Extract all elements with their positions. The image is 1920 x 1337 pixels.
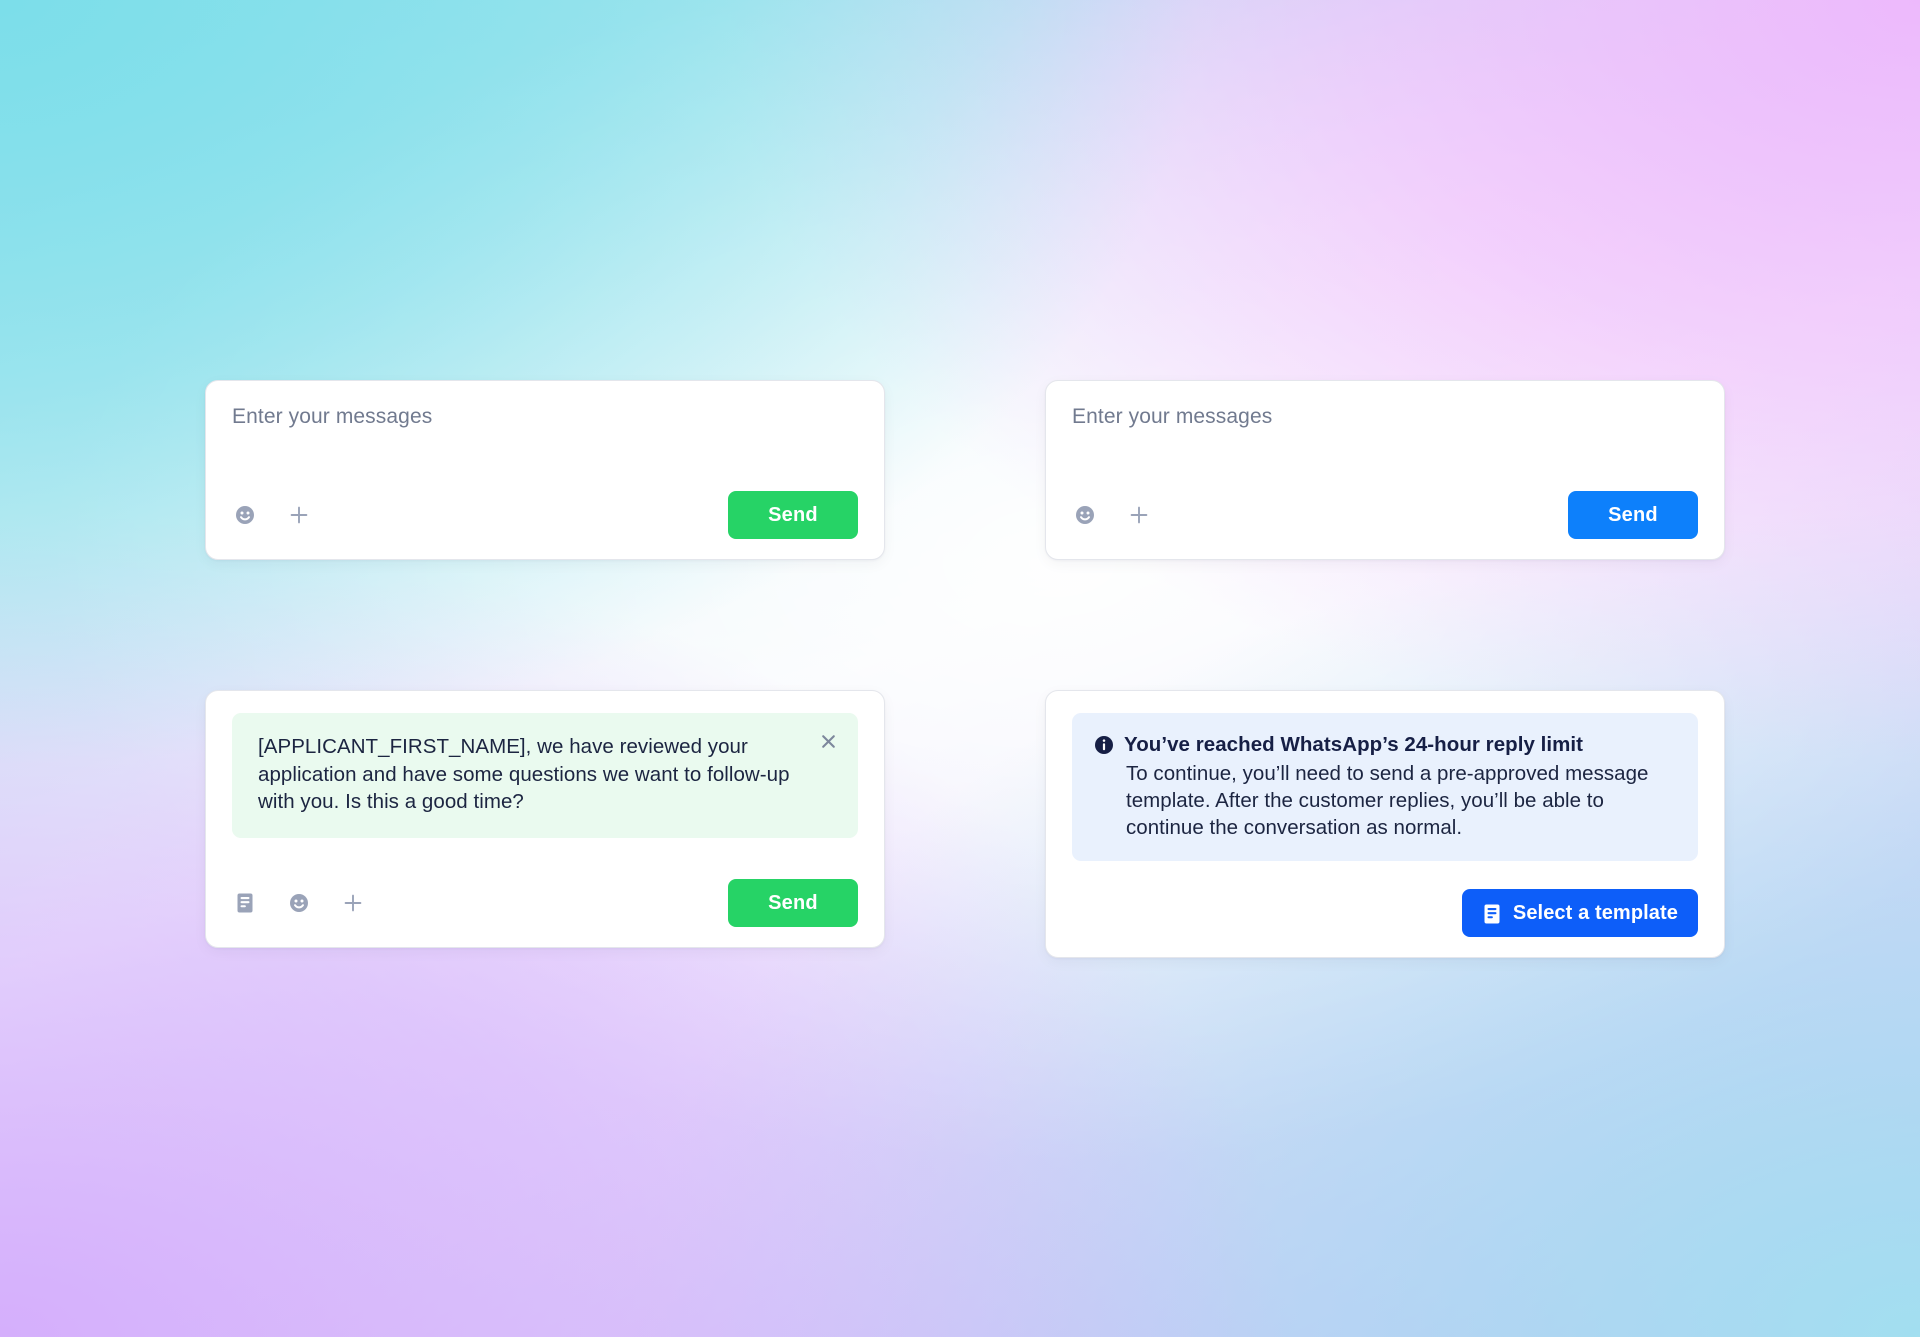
reply-limit-title: You’ve reached WhatsApp’s 24-hour reply … bbox=[1124, 733, 1584, 756]
message-input-placeholder[interactable]: Enter your messages bbox=[1072, 403, 1698, 431]
template-document-icon[interactable] bbox=[232, 890, 258, 916]
info-circle-icon bbox=[1094, 735, 1114, 755]
template-compose-body: [APPLICANT_FIRST_NAME], we have reviewed… bbox=[206, 691, 884, 947]
select-a-template-button[interactable]: Select a template bbox=[1461, 889, 1698, 937]
template-document-icon bbox=[1482, 903, 1502, 924]
compose-tool-icons-blue bbox=[1072, 502, 1152, 528]
select-a-template-label: Select a template bbox=[1512, 901, 1678, 924]
template-compose-card: [APPLICANT_FIRST_NAME], we have reviewed… bbox=[205, 690, 885, 948]
close-x-icon[interactable] bbox=[816, 729, 840, 753]
reply-limit-actions: Select a template bbox=[1072, 889, 1698, 937]
send-button[interactable]: Send bbox=[1568, 491, 1698, 539]
reply-limit-body: You’ve reached WhatsApp’s 24-hour reply … bbox=[1046, 691, 1724, 957]
template-message-bubble: [APPLICANT_FIRST_NAME], we have reviewed… bbox=[232, 713, 858, 838]
emoji-smiley-icon[interactable] bbox=[232, 502, 258, 528]
compose-card-blue-body: Enter your messages Send bbox=[1046, 381, 1724, 559]
compose-tool-icons-green bbox=[232, 502, 312, 528]
reply-limit-heading-row: You’ve reached WhatsApp’s 24-hour reply … bbox=[1094, 731, 1674, 758]
send-button[interactable]: Send bbox=[728, 491, 858, 539]
template-compose-tool-icons bbox=[232, 890, 366, 916]
template-compose-toolbar: Send bbox=[232, 879, 858, 927]
reply-limit-notice: You’ve reached WhatsApp’s 24-hour reply … bbox=[1072, 713, 1698, 861]
emoji-smiley-icon[interactable] bbox=[286, 890, 312, 916]
plus-icon[interactable] bbox=[1126, 502, 1152, 528]
compose-card-green-body: Enter your messages Send bbox=[206, 381, 884, 559]
template-message-text: [APPLICANT_FIRST_NAME], we have reviewed… bbox=[258, 735, 790, 813]
send-button[interactable]: Send bbox=[728, 879, 858, 927]
screenshot-stage: Enter your messages Send Enter your mess… bbox=[0, 0, 1920, 1337]
compose-toolbar-green: Send bbox=[232, 491, 858, 539]
message-input-placeholder[interactable]: Enter your messages bbox=[232, 403, 858, 431]
plus-icon[interactable] bbox=[286, 502, 312, 528]
compose-toolbar-blue: Send bbox=[1072, 491, 1698, 539]
compose-card-blue: Enter your messages Send bbox=[1045, 380, 1725, 560]
reply-limit-card: You’ve reached WhatsApp’s 24-hour reply … bbox=[1045, 690, 1725, 958]
reply-limit-description: To continue, you’ll need to send a pre-a… bbox=[1126, 762, 1649, 839]
plus-icon[interactable] bbox=[340, 890, 366, 916]
compose-card-green: Enter your messages Send bbox=[205, 380, 885, 560]
emoji-smiley-icon[interactable] bbox=[1072, 502, 1098, 528]
